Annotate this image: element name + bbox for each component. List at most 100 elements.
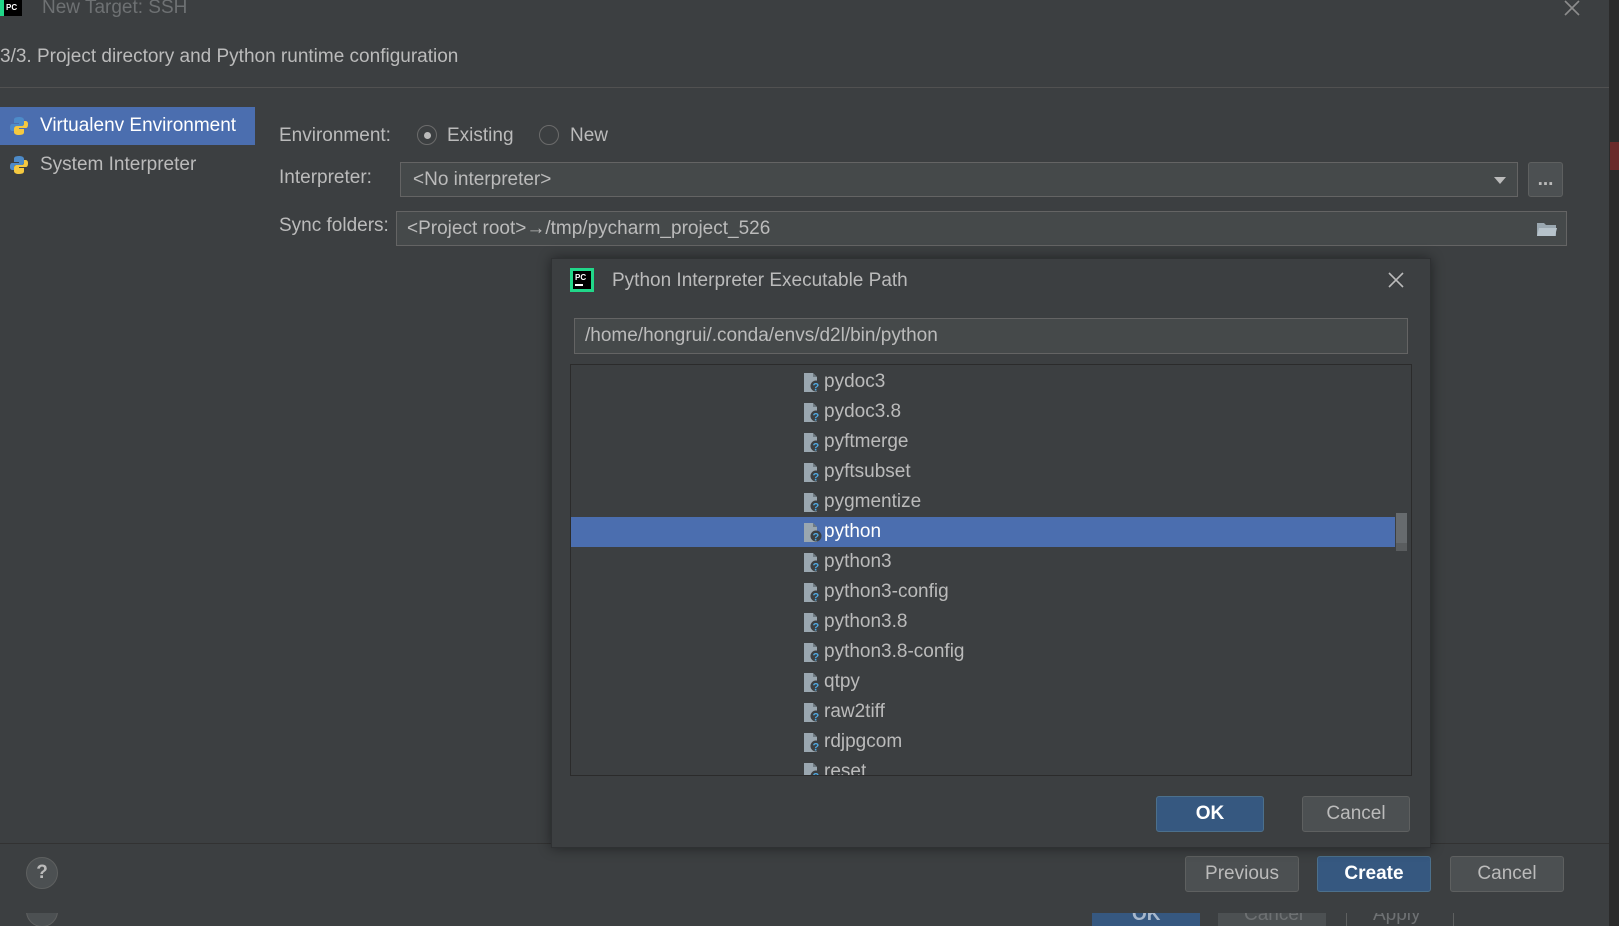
- file-name: pyftsubset: [824, 461, 911, 482]
- background-window-edge: [1609, 0, 1619, 926]
- underlying-ok-button: OK: [1092, 913, 1200, 926]
- file-tree-row[interactable]: ? python: [571, 517, 1395, 547]
- radio-new-label[interactable]: New: [570, 125, 608, 147]
- interpreter-dropdown[interactable]: <No interpreter>: [400, 162, 1518, 197]
- dialog-title: Python Interpreter Executable Path: [612, 270, 908, 291]
- file-tree[interactable]: ? pydoc3? pydoc3.8? pyftmerge? pyftsubset? py…: [570, 364, 1412, 776]
- file-tree-row[interactable]: ? pyftmerge: [571, 427, 1395, 457]
- file-name: pygmentize: [824, 491, 922, 512]
- unknown-file-icon: ?: [802, 672, 822, 700]
- file-tree-row[interactable]: ? python3.8-config: [571, 637, 1395, 667]
- file-tree-row[interactable]: ? raw2tiff: [571, 697, 1395, 727]
- pycharm-logo-icon: PC: [0, 0, 22, 16]
- underlying-help-button: [26, 913, 58, 926]
- chevron-down-icon: [1494, 177, 1506, 184]
- file-name: pydoc3: [824, 371, 886, 392]
- file-tree-row[interactable]: ? pydoc3: [571, 367, 1395, 397]
- svg-text:?: ?: [813, 562, 820, 574]
- sync-folders-field[interactable]: <Project root>→/tmp/pycharm_project_526: [396, 211, 1567, 246]
- underlying-cancel-label: Cancel: [1244, 913, 1304, 925]
- file-tree-row[interactable]: ? reset: [571, 757, 1395, 777]
- help-button[interactable]: ?: [26, 857, 58, 889]
- radio-existing-label[interactable]: Existing: [447, 125, 514, 147]
- cancel-button[interactable]: Cancel: [1450, 856, 1564, 892]
- underlying-apply-button: Apply: [1346, 913, 1454, 926]
- file-tree-row[interactable]: ? python3.8: [571, 607, 1395, 637]
- underlying-apply-label: Apply: [1373, 913, 1421, 925]
- environment-label: Environment:: [279, 125, 391, 146]
- svg-text:?: ?: [813, 622, 820, 634]
- unknown-file-icon: ?: [802, 582, 822, 610]
- step-label: 3/3. Project directory and Python runtim…: [0, 46, 459, 67]
- svg-text:?: ?: [813, 532, 820, 544]
- file-tree-row[interactable]: ? pygmentize: [571, 487, 1395, 517]
- unknown-file-icon: ?: [802, 552, 822, 580]
- unknown-file-icon: ?: [802, 462, 822, 490]
- pycharm-logo-icon: PC: [570, 268, 594, 292]
- create-button[interactable]: Create: [1317, 856, 1431, 892]
- file-name: python3.8-config: [824, 641, 965, 662]
- underlying-cancel-button: Cancel: [1218, 913, 1326, 926]
- radio-new[interactable]: [539, 125, 559, 145]
- svg-text:?: ?: [813, 592, 820, 604]
- unknown-file-icon: ?: [802, 612, 822, 640]
- python-icon: [10, 156, 28, 174]
- folder-icon[interactable]: [1536, 220, 1558, 238]
- svg-text:PC: PC: [6, 3, 17, 12]
- interpreter-value: <No interpreter>: [413, 168, 552, 190]
- file-name: pydoc3.8: [824, 401, 902, 422]
- python-icon: [10, 117, 28, 135]
- close-icon[interactable]: [1386, 270, 1406, 290]
- header-divider: [0, 87, 1609, 88]
- window-title: New Target: SSH: [42, 0, 188, 18]
- unknown-file-icon: ?: [802, 702, 822, 730]
- file-name: reset: [824, 761, 867, 776]
- file-name: pyftmerge: [824, 431, 909, 452]
- file-tree-row[interactable]: ? python3-config: [571, 577, 1395, 607]
- svg-text:?: ?: [813, 442, 820, 454]
- dialog-cancel-button[interactable]: Cancel: [1302, 796, 1410, 832]
- svg-text:?: ?: [813, 382, 820, 394]
- unknown-file-icon: ?: [802, 642, 822, 670]
- interpreter-browse-button[interactable]: ...: [1528, 162, 1563, 197]
- window-close-icon[interactable]: [1562, 0, 1582, 18]
- file-tree-row[interactable]: ? python3: [571, 547, 1395, 577]
- file-name: rdjpgcom: [824, 731, 903, 752]
- svg-text:?: ?: [813, 772, 820, 777]
- unknown-file-icon: ?: [802, 732, 822, 760]
- unknown-file-icon: ?: [802, 432, 822, 460]
- interpreter-label: Interpreter:: [279, 167, 372, 188]
- file-tree-row[interactable]: ? rdjpgcom: [571, 727, 1395, 757]
- file-name: qtpy: [824, 671, 860, 692]
- unknown-file-icon: ?: [802, 402, 822, 430]
- path-value: /home/hongrui/.conda/envs/d2l/bin/python: [585, 325, 938, 346]
- ok-button[interactable]: OK: [1156, 796, 1264, 832]
- unknown-file-icon: ?: [802, 492, 822, 520]
- sync-folders-value: <Project root>→/tmp/pycharm_project_526: [407, 217, 771, 239]
- file-tree-row[interactable]: ? pyftsubset: [571, 457, 1395, 487]
- file-name: python3: [824, 551, 892, 572]
- sidebar-item-label: System Interpreter: [40, 154, 197, 175]
- file-name: python3-config: [824, 581, 949, 602]
- svg-text:PC: PC: [575, 273, 586, 282]
- sync-folders-label: Sync folders:: [279, 215, 389, 236]
- sidebar-item-virtualenv[interactable]: Virtualenv Environment: [0, 107, 255, 145]
- scrollbar-thumb[interactable]: [1396, 513, 1407, 543]
- unknown-file-icon: ?: [802, 372, 822, 400]
- underlying-ok-label: OK: [1132, 913, 1161, 925]
- underlying-settings-window: OK Cancel Apply: [0, 913, 1609, 926]
- file-tree-row[interactable]: ? qtpy: [571, 667, 1395, 697]
- previous-button[interactable]: Previous: [1185, 856, 1299, 892]
- path-input[interactable]: /home/hongrui/.conda/envs/d2l/bin/python: [574, 318, 1408, 354]
- unknown-file-icon: ?: [802, 522, 822, 550]
- interpreter-path-dialog: PC Python Interpreter Executable Path /h…: [551, 258, 1431, 848]
- radio-existing[interactable]: [417, 125, 437, 145]
- unknown-file-icon: ?: [802, 762, 822, 777]
- file-tree-row[interactable]: ? pydoc3.8: [571, 397, 1395, 427]
- sidebar-item-label: Virtualenv Environment: [40, 115, 237, 136]
- svg-text:?: ?: [813, 652, 820, 664]
- svg-text:?: ?: [813, 472, 820, 484]
- svg-text:?: ?: [813, 412, 820, 424]
- file-name: raw2tiff: [824, 701, 885, 722]
- sidebar-item-system-interpreter[interactable]: System Interpreter: [0, 146, 255, 184]
